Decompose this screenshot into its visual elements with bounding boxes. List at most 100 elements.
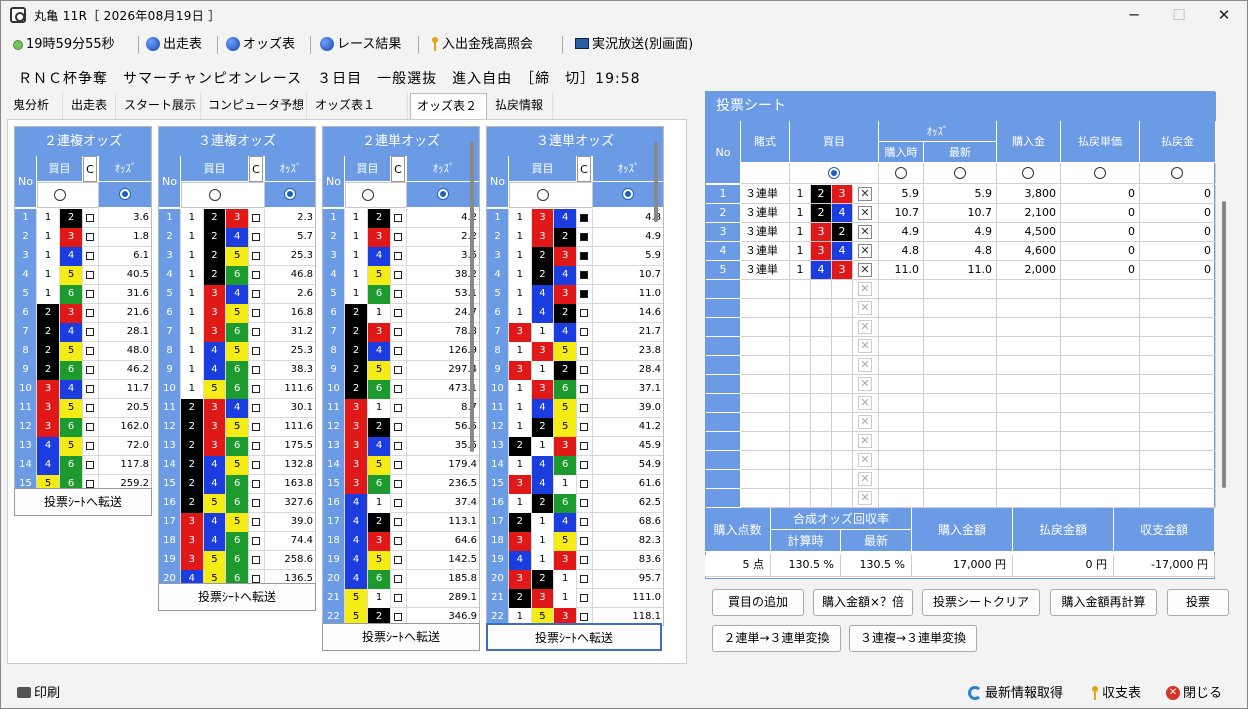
row-checkbox[interactable] — [394, 290, 402, 298]
odds-row[interactable]: 6 1 3 5 16.8 — [159, 304, 315, 323]
close-button[interactable]: ✕ 閉じる — [1166, 682, 1222, 701]
odds-row[interactable]: 15 2 4 6 163.8 — [159, 475, 315, 494]
odds-row[interactable]: 13 3 4 35.5 — [323, 437, 479, 456]
row-checkbox[interactable] — [394, 518, 402, 526]
odds-row[interactable]: 7 2 3 78.8 — [323, 323, 479, 342]
odds-row[interactable]: 8 1 3 5 23.8 — [487, 342, 663, 361]
delete-icon[interactable]: ✕ — [858, 320, 872, 334]
row-checkbox[interactable] — [394, 442, 402, 450]
row-checkbox[interactable] — [580, 575, 588, 583]
row-checkbox[interactable] — [394, 423, 402, 431]
row-checkbox[interactable] — [580, 404, 588, 412]
row-checkbox[interactable] — [394, 252, 402, 260]
sheet-sort-radio[interactable] — [953, 167, 966, 179]
tab-4[interactable]: コンピュータ予想 — [202, 93, 307, 119]
odds-row[interactable]: 10 2 6 473.1 — [323, 380, 479, 399]
row-checkbox[interactable] — [580, 594, 588, 602]
race-result-button[interactable]: レース結果 — [320, 34, 401, 56]
row-checkbox[interactable] — [394, 309, 402, 317]
odds-row[interactable]: 5 1 3 4 2.6 — [159, 285, 315, 304]
odds-row[interactable]: 9 2 5 297.4 — [323, 361, 479, 380]
odds-row[interactable]: 9 2 6 46.2 — [15, 361, 151, 380]
row-checkbox[interactable] — [252, 575, 260, 583]
row-checkbox[interactable] — [580, 480, 588, 488]
odds-row[interactable]: 9 3 1 2 28.4 — [487, 361, 663, 380]
row-checkbox[interactable] — [252, 499, 260, 507]
print-button[interactable]: 印刷 — [17, 682, 60, 701]
row-checkbox[interactable] — [252, 271, 260, 279]
delete-icon[interactable]: ✕ — [858, 225, 872, 239]
odds-row[interactable]: 6 2 3 21.6 — [15, 304, 151, 323]
odds-row[interactable]: 2 1 2 4 5.7 — [159, 228, 315, 247]
row-checkbox[interactable] — [580, 252, 588, 260]
row-checkbox[interactable] — [86, 290, 94, 298]
row-checkbox[interactable] — [252, 480, 260, 488]
odds-row[interactable]: 15 3 4 1 61.6 — [487, 475, 663, 494]
row-checkbox[interactable] — [252, 328, 260, 336]
odds-row[interactable]: 3 1 4 6.1 — [15, 247, 151, 266]
row-checkbox[interactable] — [580, 556, 588, 564]
delete-icon[interactable]: ✕ — [858, 187, 872, 201]
delete-icon[interactable]: ✕ — [858, 491, 872, 505]
row-checkbox[interactable] — [86, 404, 94, 412]
sheet-sort-radio[interactable] — [1093, 167, 1106, 179]
row-checkbox[interactable] — [252, 385, 260, 393]
odds-row[interactable]: 16 2 5 6 327.6 — [159, 494, 315, 513]
odds-row[interactable]: 18 3 4 6 74.4 — [159, 532, 315, 551]
odds-row[interactable]: 19 4 1 3 83.6 — [487, 551, 663, 570]
row-checkbox[interactable] — [394, 214, 402, 222]
tab-7[interactable]: 払戻情報 — [489, 93, 553, 119]
row-checkbox[interactable] — [394, 537, 402, 545]
odds-row[interactable]: 4 1 5 40.5 — [15, 266, 151, 285]
row-checkbox[interactable] — [394, 480, 402, 488]
kaime-radio[interactable] — [209, 189, 221, 201]
row-checkbox[interactable] — [86, 461, 94, 469]
odds-row[interactable]: 14 3 5 179.4 — [323, 456, 479, 475]
odds-row[interactable]: 11 1 4 5 39.0 — [487, 399, 663, 418]
row-checkbox[interactable] — [252, 404, 260, 412]
row-checkbox[interactable] — [394, 385, 402, 393]
row-checkbox[interactable] — [394, 404, 402, 412]
odds-table-button[interactable]: オッズ表 — [226, 34, 295, 56]
odds-row[interactable]: 2 1 3 2 4.9 — [487, 228, 663, 247]
row-checkbox[interactable] — [252, 309, 260, 317]
row-checkbox[interactable] — [252, 252, 260, 260]
row-checkbox[interactable] — [394, 328, 402, 336]
odds-row[interactable]: 19 4 5 142.5 — [323, 551, 479, 570]
entry-table-button[interactable]: 出走表 — [146, 34, 202, 56]
row-checkbox[interactable] — [252, 423, 260, 431]
row-checkbox[interactable] — [394, 556, 402, 564]
odds-radio[interactable] — [119, 188, 131, 200]
row-checkbox[interactable] — [394, 233, 402, 241]
row-checkbox[interactable] — [252, 556, 260, 564]
delete-icon[interactable]: ✕ — [858, 415, 872, 429]
odds-row[interactable]: 9 1 4 6 38.3 — [159, 361, 315, 380]
row-checkbox[interactable] — [252, 366, 260, 374]
row-checkbox[interactable] — [86, 385, 94, 393]
kaime-radio[interactable] — [54, 189, 66, 201]
odds-row[interactable]: 21 2 3 1 111.0 — [487, 589, 663, 608]
delete-icon[interactable]: ✕ — [858, 434, 872, 448]
vote-sheet-scrollbar[interactable] — [1222, 201, 1226, 488]
kaime-radio[interactable] — [537, 189, 549, 201]
odds-row[interactable]: 8 1 4 5 25.3 — [159, 342, 315, 361]
row-checkbox[interactable] — [394, 461, 402, 469]
delete-icon[interactable]: ✕ — [858, 453, 872, 467]
odds-row[interactable]: 10 1 3 6 37.1 — [487, 380, 663, 399]
odds-row[interactable]: 11 3 5 20.5 — [15, 399, 151, 418]
delete-icon[interactable]: ✕ — [858, 358, 872, 372]
odds-row[interactable]: 8 2 4 126.9 — [323, 342, 479, 361]
kaime-radio[interactable] — [362, 189, 374, 201]
send-to-sheet-button[interactable]: 投票ｼｰﾄへ転送 — [486, 623, 662, 651]
delete-icon[interactable]: ✕ — [858, 263, 872, 277]
sheet-row[interactable]: 3 ３連単 1 3 2 ✕ 4.9 4.9 4,500 0 0 — [706, 223, 1216, 242]
odds-row[interactable]: 10 1 5 6 111.6 — [159, 380, 315, 399]
odds-row[interactable]: 20 3 2 1 95.7 — [487, 570, 663, 589]
odds-row[interactable]: 12 3 2 56.5 — [323, 418, 479, 437]
tab-2[interactable]: 出走表 — [65, 93, 116, 119]
multiply-amount-button[interactable]: 購入金額×？倍 — [813, 589, 913, 616]
close-icon[interactable]: ✕ — [1201, 3, 1247, 27]
odds-row[interactable]: 14 2 4 5 132.8 — [159, 456, 315, 475]
odds-row[interactable]: 5 1 6 31.6 — [15, 285, 151, 304]
row-checkbox[interactable] — [580, 328, 588, 336]
